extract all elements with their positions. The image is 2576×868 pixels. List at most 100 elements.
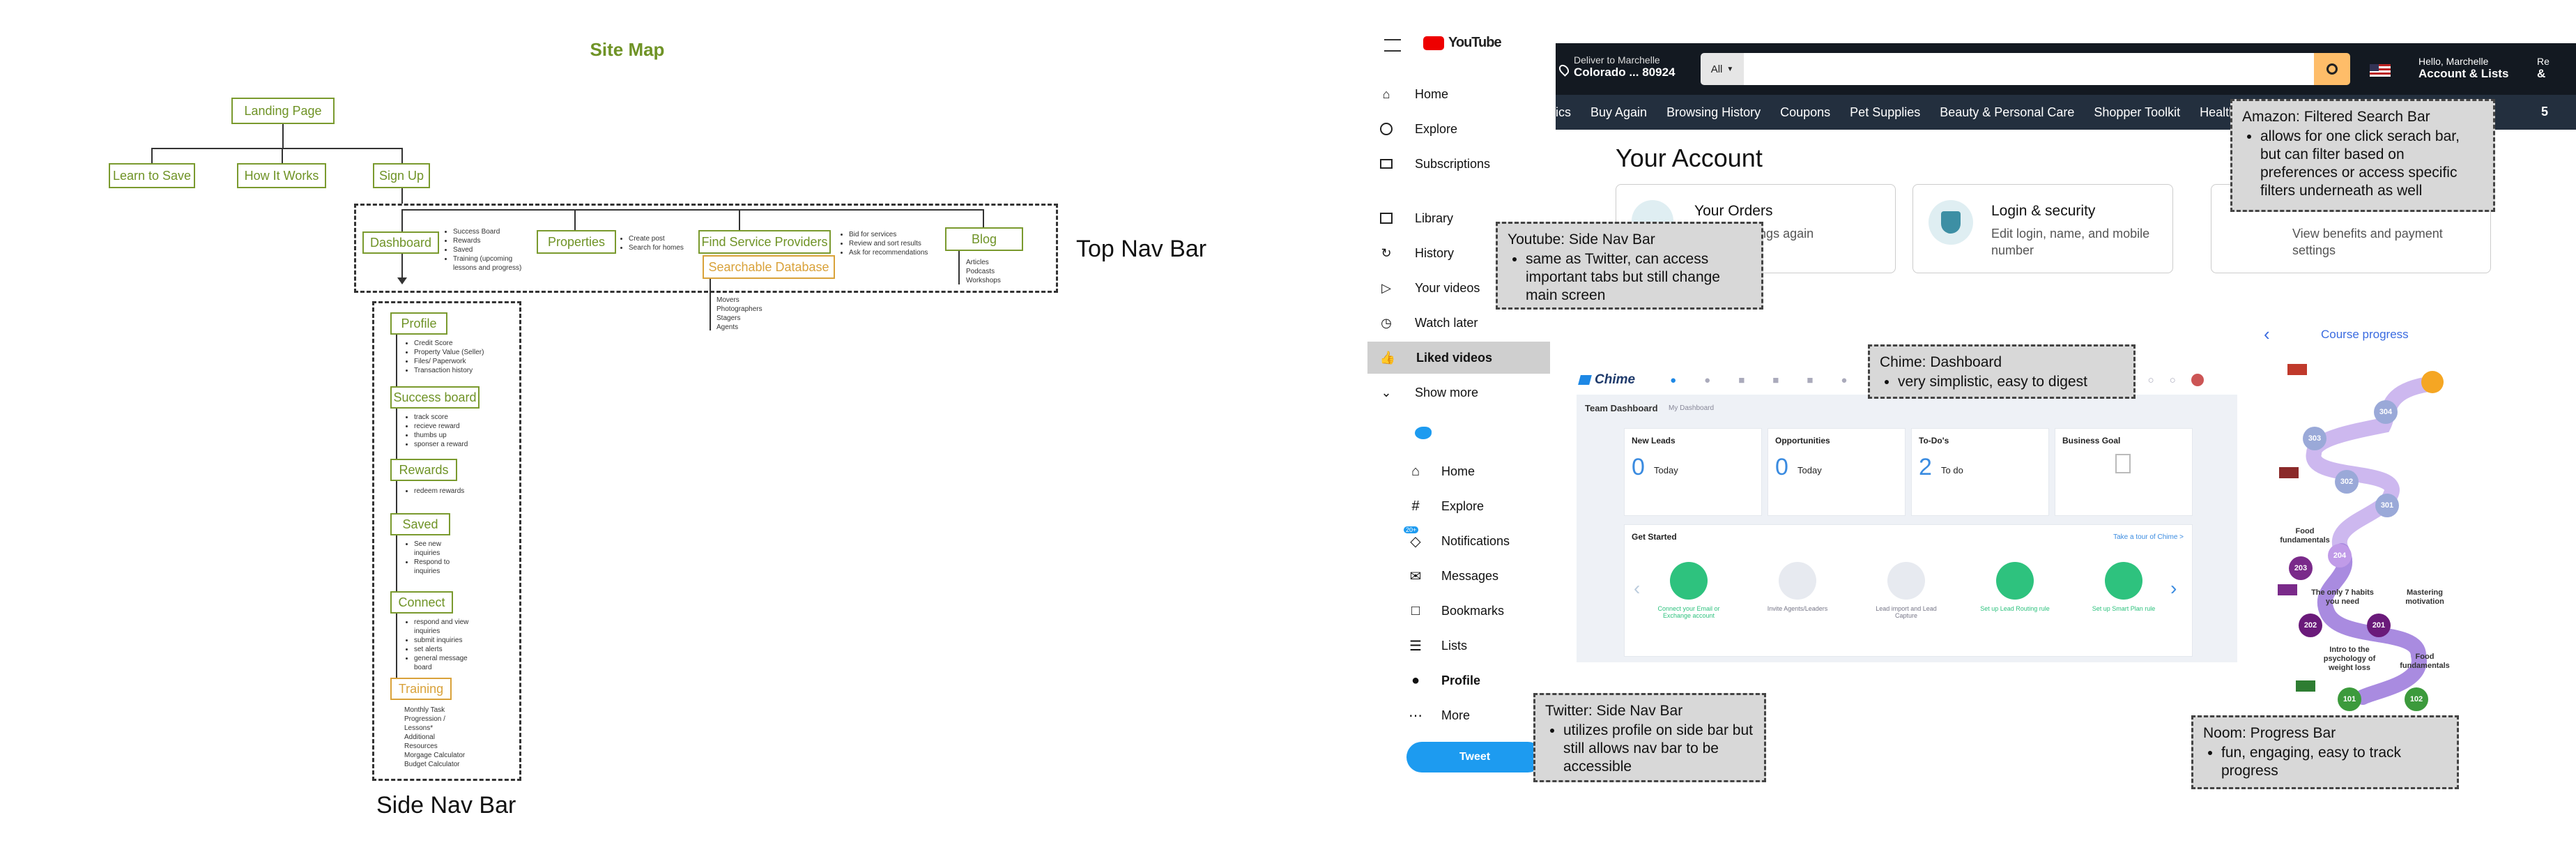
tw-item-explore[interactable]: # Explore [1408, 492, 1484, 520]
flag-icon [2279, 467, 2299, 478]
chime-logo-icon [1578, 375, 1592, 385]
avatar[interactable] [2191, 374, 2204, 386]
flag-icon [2278, 584, 2297, 595]
sign-up-box: Sign Up [373, 163, 430, 188]
yt-item-subscriptions[interactable]: Subscriptions [1366, 148, 1549, 180]
progress-node[interactable]: 304 [2374, 400, 2398, 424]
deliver-to[interactable]: Deliver to Marchelle Colorado ... 80924 [1557, 54, 1676, 79]
user-icon: ● [1411, 672, 1420, 688]
progress-node[interactable]: 303 [2303, 427, 2326, 450]
progress-node[interactable]: 301 [2375, 494, 2399, 517]
yt-item-show-more[interactable]: ⌄ Show more [1366, 376, 1549, 409]
chime-note: Chime: Dashboard very simplistic, easy t… [1868, 344, 2136, 399]
tw-item-notifications[interactable]: ◇ 20+ Notifications [1404, 526, 1510, 555]
nav-item[interactable]: Pet Supplies [1850, 105, 1920, 120]
chart-icon[interactable]: ■ [1772, 374, 1779, 386]
back-chevron-icon[interactable]: ‹ [2264, 323, 2270, 345]
your-account-title: Your Account [1616, 144, 1763, 172]
notification-icon[interactable]: ○ [2148, 374, 2154, 386]
profile-box: Profile [390, 312, 447, 335]
login-security-card[interactable]: Login & security Edit login, name, and m… [1912, 184, 2173, 273]
mail-icon[interactable]: ■ [1807, 374, 1813, 386]
search-input[interactable] [1744, 53, 2314, 85]
course-progress-title: Course progress [2321, 328, 2409, 341]
help-icon[interactable]: ○ [2170, 374, 2176, 386]
team-dashboard-title: Team Dashboard [1585, 403, 1658, 413]
my-dashboard-link[interactable]: My Dashboard [1669, 404, 1714, 412]
tw-item-home[interactable]: ⌂ Home [1408, 457, 1475, 485]
yt-item-explore[interactable]: Explore [1366, 113, 1549, 145]
nav-item[interactable]: Coupons [1780, 105, 1830, 120]
tw-item-more[interactable]: ⋯ More [1408, 701, 1470, 729]
tweet-button[interactable]: Tweet [1406, 742, 1543, 772]
nav-item[interactable]: Browsing History [1666, 105, 1761, 120]
landing-page-box: Landing Page [231, 98, 335, 124]
step-lead-routing[interactable] [1996, 562, 2034, 600]
searchable-list: Movers Photographers Stagers Agents [716, 296, 762, 331]
more-icon: ⋯ [1409, 708, 1423, 724]
rewards-box: Rewards [390, 459, 457, 481]
yt-item-liked-videos[interactable]: 👍 Liked videos [1367, 342, 1550, 374]
business-goal-card[interactable]: Business Goal [2055, 428, 2193, 516]
yt-item-home[interactable]: ⌂ Home [1366, 78, 1549, 110]
flag-icon [2296, 680, 2315, 692]
flag-icon[interactable] [2370, 64, 2391, 77]
step-connect-email[interactable] [1670, 562, 1708, 600]
progress-node[interactable]: 202 [2299, 614, 2322, 637]
opportunities-card[interactable]: Opportunities 0 Today [1768, 428, 1906, 516]
hamburger-icon[interactable] [1384, 39, 1401, 52]
how-it-works-box: How It Works [237, 163, 326, 188]
people-icon[interactable]: ● [1704, 374, 1710, 386]
search-submit[interactable] [2314, 53, 2350, 85]
home-icon: ⌂ [1411, 463, 1420, 479]
account-lists[interactable]: Hello, Marchelle Account & Lists [2418, 56, 2508, 81]
returns[interactable]: Re & [2537, 56, 2550, 81]
clock-icon: ◷ [1381, 315, 1392, 330]
tw-item-bookmarks[interactable]: □ Bookmarks [1408, 597, 1504, 625]
settings-icon[interactable]: ● [1841, 374, 1847, 386]
new-leads-card[interactable]: New Leads 0 Today [1624, 428, 1762, 516]
bell-icon[interactable]: ● [1670, 374, 1676, 386]
success-list: track scorerecieve rewardthumbs upsponse… [404, 413, 468, 449]
tasks-icon[interactable]: ■ [1738, 374, 1745, 386]
nav-item[interactable]: ics [1556, 105, 1571, 120]
course-label: Intro to the psychology of weight loss [2323, 646, 2376, 672]
nav-item[interactable]: Shopper Toolkit [2094, 105, 2180, 120]
twitter-note: Twitter: Side Nav Bar utilizes profile o… [1533, 693, 1766, 782]
step-lead-import[interactable] [1887, 562, 1925, 600]
mail-icon: ✉ [1409, 568, 1422, 584]
training-box: Training [390, 678, 452, 700]
dashboard-list: Success BoardRewardsSavedTraining (upcom… [443, 227, 521, 273]
profile-list: Credit ScoreProperty Value (Seller)Files… [404, 339, 484, 375]
properties-box: Properties [537, 230, 616, 254]
chevron-right-icon[interactable]: › [2170, 577, 2177, 600]
yt-item-watch-later[interactable]: ◷ Watch later [1366, 307, 1549, 339]
course-label: Food fundamentals [2280, 527, 2330, 545]
step-smart-plan[interactable] [2105, 562, 2142, 600]
youtube-logo[interactable]: YouTube [1423, 35, 1502, 51]
nav-item[interactable]: Buy Again [1590, 105, 1647, 120]
progress-node[interactable]: 201 [2367, 614, 2391, 637]
dashboard-box: Dashboard [362, 231, 439, 254]
search-button[interactable] [1617, 53, 1618, 54]
step-invite-agents[interactable] [1779, 562, 1816, 600]
nav-item[interactable]: Beauty & Personal Care [1940, 105, 2074, 120]
compass-icon [1379, 121, 1394, 137]
bookmark-icon: □ [1411, 602, 1420, 618]
progress-node[interactable]: 203 [2289, 556, 2313, 580]
tw-item-profile[interactable]: ● Profile [1408, 667, 1480, 694]
todos-card[interactable]: To-Do's 2 To do [1911, 428, 2049, 516]
progress-node[interactable]: 204 [2328, 544, 2352, 568]
chevron-left-icon[interactable]: ‹ [1634, 577, 1640, 600]
history-icon: ↻ [1381, 245, 1392, 260]
search-category[interactable]: All ▼ [1701, 53, 1744, 85]
progress-node[interactable]: 102 [2405, 687, 2428, 711]
progress-node[interactable]: 302 [2335, 470, 2359, 494]
progress-node[interactable]: 101 [2338, 687, 2361, 711]
tw-item-messages[interactable]: ✉ Messages [1408, 562, 1498, 590]
blog-box: Blog [945, 227, 1023, 251]
top-nav-label: Top Nav Bar [1076, 236, 1207, 262]
tw-item-lists[interactable]: ☰ Lists [1408, 632, 1467, 660]
find-service-providers-box: Find Service Providers [698, 230, 831, 254]
twitter-bird-icon[interactable] [1415, 427, 1432, 439]
